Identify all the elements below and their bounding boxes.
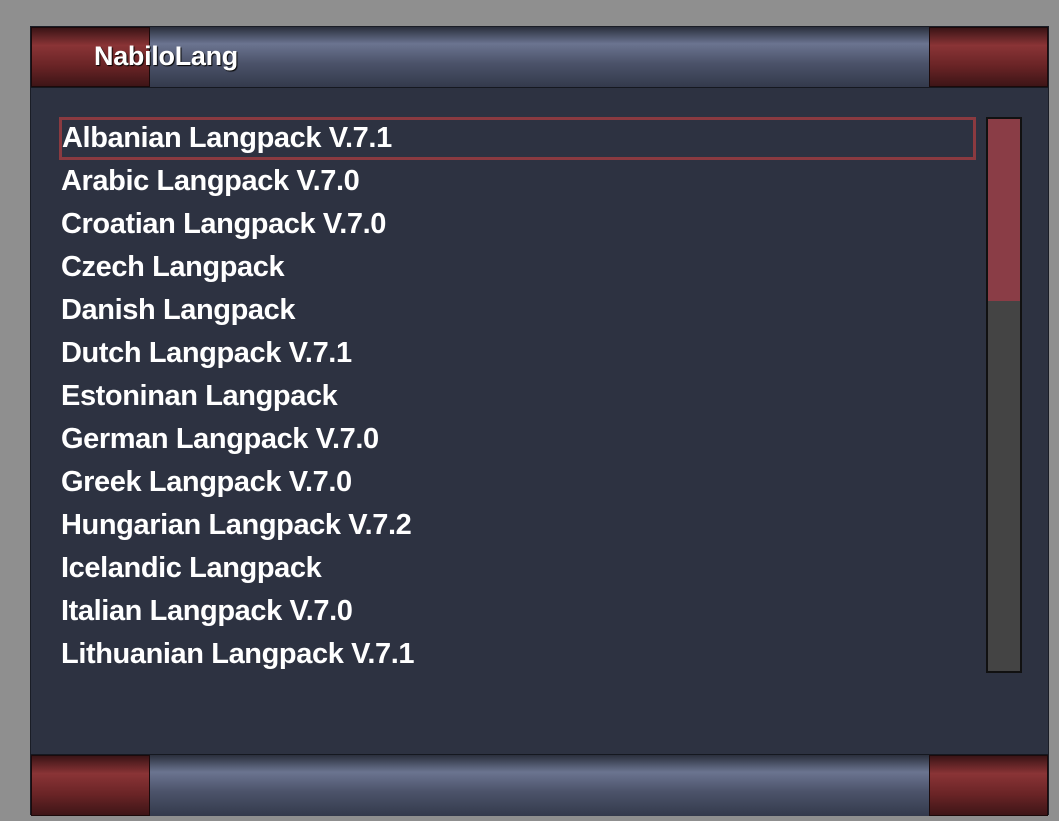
list-item[interactable]: Estoninan Langpack [59,375,976,418]
title-bar-right-accent [929,27,1048,87]
screen: NabiloLang Albanian Langpack V.7.1 Arabic… [0,0,1059,821]
list-item[interactable]: Icelandic Langpack [59,547,976,590]
bottom-bar [31,754,1048,816]
bottom-bar-left-accent [31,755,150,816]
list-scrollbar[interactable] [986,117,1022,673]
window-title: NabiloLang [94,41,238,71]
list-item[interactable]: Albanian Langpack V.7.1 [59,117,976,160]
bottom-bar-right-accent [929,755,1048,816]
list-item[interactable]: Croatian Langpack V.7.0 [59,203,976,246]
list-item[interactable]: Lithuanian Langpack V.7.1 [59,633,976,676]
list-item[interactable]: Czech Langpack [59,246,976,289]
list-item[interactable]: Arabic Langpack V.7.0 [59,160,976,203]
list-item[interactable]: Hungarian Langpack V.7.2 [59,504,976,547]
list-item[interactable]: Danish Langpack [59,289,976,332]
list-item[interactable]: Greek Langpack V.7.0 [59,461,976,504]
list-item[interactable]: Italian Langpack V.7.0 [59,590,976,633]
plugin-window: NabiloLang Albanian Langpack V.7.1 Arabic… [30,26,1049,816]
langpack-list[interactable]: Albanian Langpack V.7.1 Arabic Langpack V… [59,117,976,677]
title-bar: NabiloLang [31,27,1048,88]
list-item[interactable]: German Langpack V.7.0 [59,418,976,461]
list-item[interactable]: Dutch Langpack V.7.1 [59,332,976,375]
scrollbar-thumb[interactable] [988,119,1020,301]
